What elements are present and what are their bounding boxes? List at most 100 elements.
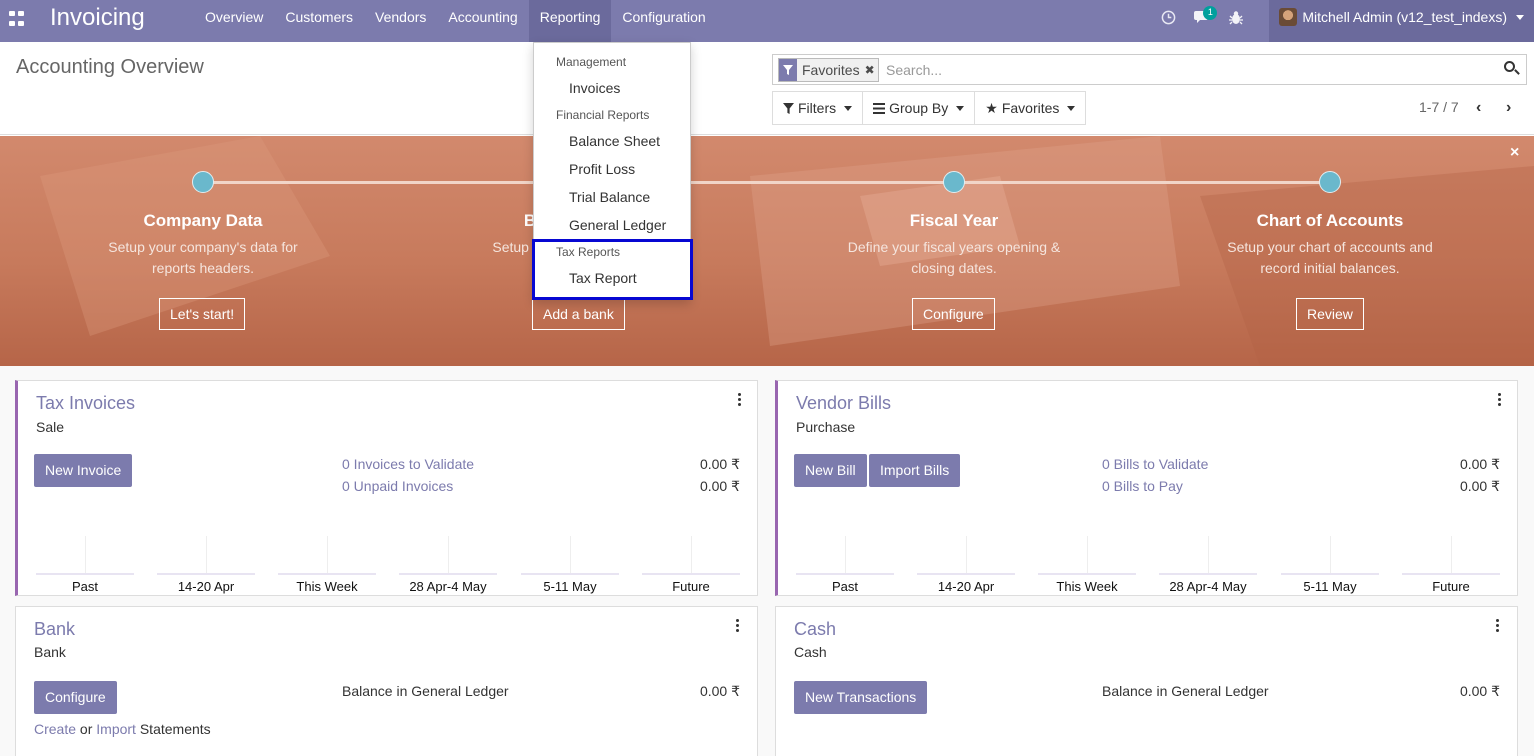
menu-accounting[interactable]: Accounting xyxy=(437,0,528,42)
statements-text: Statements xyxy=(139,721,211,737)
new-invoice-button[interactable]: New Invoice xyxy=(34,454,133,487)
amount-to-validate: 0.00 ₹ xyxy=(699,456,740,472)
step-desc-fiscal-1: Define your fiscal years opening & xyxy=(847,239,1061,255)
app-brand[interactable]: Invoicing xyxy=(50,4,145,32)
configure-fiscal-button[interactable]: Configure xyxy=(912,298,995,330)
search-facet: Favorites ✖ xyxy=(778,58,879,82)
new-transactions-button[interactable]: New Transactions xyxy=(794,681,928,714)
dropdown-item-profit-loss[interactable]: Profit Loss xyxy=(569,161,635,177)
bills-to-validate-link[interactable]: 0 Bills to Validate xyxy=(1102,456,1208,472)
chart-label: Future xyxy=(1432,579,1470,594)
balance-label: Balance in General Ledger xyxy=(1102,683,1269,699)
journal-title[interactable]: Cash xyxy=(794,619,836,640)
new-bill-button[interactable]: New Bill xyxy=(794,454,867,487)
kebab-menu-icon[interactable] xyxy=(738,393,742,407)
journal-type: Bank xyxy=(34,644,66,660)
step-dot-fiscal xyxy=(943,171,965,193)
journal-title[interactable]: Vendor Bills xyxy=(796,393,891,414)
journal-card-bank: Bank Bank Configure Balance in General L… xyxy=(15,606,758,756)
kebab-menu-icon[interactable] xyxy=(1498,393,1502,407)
search-input[interactable] xyxy=(886,59,1486,81)
kebab-menu-icon[interactable] xyxy=(1496,619,1500,633)
amount-unpaid: 0.00 ₹ xyxy=(699,478,740,494)
statements-row: Create or Import Statements xyxy=(34,721,211,737)
step-title-company: Company Data xyxy=(143,211,263,230)
chat-icon[interactable]: 1 xyxy=(1185,0,1219,34)
chevron-left-icon[interactable]: ‹ xyxy=(1476,99,1481,117)
filters-label: Filters xyxy=(798,100,837,116)
chart-label: This Week xyxy=(296,579,358,594)
filters-button[interactable]: Filters xyxy=(772,91,864,125)
chevron-down-icon xyxy=(1516,15,1524,20)
chart-bar-slot xyxy=(1038,531,1136,575)
control-panel: Accounting Overview Favorites ✖ Filters … xyxy=(0,42,1534,135)
import-bills-button[interactable]: Import Bills xyxy=(869,454,961,487)
menu-reporting[interactable]: Reporting xyxy=(528,0,612,42)
search-icon[interactable] xyxy=(1504,61,1520,77)
dropdown-header-financial-reports: Financial Reports xyxy=(556,108,650,122)
step-dot-company xyxy=(192,171,214,193)
dropdown-item-general-ledger[interactable]: General Ledger xyxy=(569,217,666,233)
filter-icon xyxy=(779,59,797,81)
invoice-chart: Past 14-20 Apr This Week 28 Apr-4 May 5-… xyxy=(36,531,742,594)
pager-value[interactable]: 1-7 / 7 xyxy=(1419,99,1459,115)
journal-title[interactable]: Tax Invoices xyxy=(36,393,135,414)
dropdown-item-balance-sheet[interactable]: Balance Sheet xyxy=(569,133,660,149)
menu-customers[interactable]: Customers xyxy=(274,0,364,42)
bills-to-pay-link[interactable]: 0 Bills to Pay xyxy=(1102,478,1183,494)
step-title-accounts: Chart of Accounts xyxy=(1256,211,1404,230)
create-statement-link[interactable]: Create xyxy=(34,721,76,737)
chevron-right-icon[interactable]: › xyxy=(1506,99,1511,117)
close-icon[interactable]: ✖ xyxy=(865,59,878,81)
list-icon xyxy=(873,102,886,114)
close-icon[interactable]: × xyxy=(1510,144,1519,162)
dropdown-item-trial-balance[interactable]: Trial Balance xyxy=(569,189,650,205)
messages-badge: 1 xyxy=(1203,6,1218,20)
chart-bar-slot xyxy=(521,531,619,575)
amount-to-pay: 0.00 ₹ xyxy=(1459,478,1500,494)
journal-title[interactable]: Bank xyxy=(34,619,75,640)
kebab-menu-icon[interactable] xyxy=(736,619,740,633)
chart-bar-slot xyxy=(917,531,1015,575)
dropdown-header-management: Management xyxy=(556,55,627,69)
menu-vendors[interactable]: Vendors xyxy=(364,0,437,42)
add-bank-button[interactable]: Add a bank xyxy=(532,298,625,330)
step-desc-accounts-1: Setup your chart of accounts and xyxy=(1227,239,1433,255)
chart-bar-slot xyxy=(157,531,255,575)
import-statement-link[interactable]: Import xyxy=(96,721,136,737)
chart-label: Past xyxy=(71,579,98,594)
chart-bar-slot xyxy=(1402,531,1500,575)
step-title-fiscal: Fiscal Year xyxy=(909,211,999,230)
system-tray: 1 Mitchell Admin (v12_test_indexs) xyxy=(1151,0,1534,42)
step-desc-company-2: reports headers. xyxy=(152,260,254,276)
group-by-button[interactable]: Group By xyxy=(862,91,976,125)
dropdown-item-invoices[interactable]: Invoices xyxy=(569,80,620,96)
journal-card-vendor-bills: Vendor Bills Purchase New Bill Import Bi… xyxy=(775,380,1518,596)
lets-start-button[interactable]: Let's start! xyxy=(159,298,246,330)
chevron-down-icon xyxy=(1067,105,1076,111)
clock-icon[interactable] xyxy=(1151,0,1185,34)
unpaid-invoices-link[interactable]: 0 Unpaid Invoices xyxy=(342,478,453,494)
search-box[interactable]: Favorites ✖ xyxy=(772,54,1527,85)
user-name: Mitchell Admin (v12_test_indexs) xyxy=(1302,9,1507,25)
configure-bank-button[interactable]: Configure xyxy=(34,681,117,714)
filter-icon xyxy=(783,102,794,114)
journal-card-cash: Cash Cash New Transactions Balance in Ge… xyxy=(775,606,1518,756)
chart-bar-slot xyxy=(796,531,894,575)
review-button[interactable]: Review xyxy=(1296,298,1364,330)
bills-chart: Past 14-20 Apr This Week 28 Apr-4 May 5-… xyxy=(796,531,1502,594)
journal-card-tax-invoices: Tax Invoices Sale New Invoice 0 Invoices… xyxy=(15,380,758,596)
menu-overview[interactable]: Overview xyxy=(194,0,274,42)
user-menu[interactable]: Mitchell Admin (v12_test_indexs) xyxy=(1269,0,1534,42)
menu-configuration[interactable]: Configuration xyxy=(611,0,716,42)
favorites-button[interactable]: ★ Favorites xyxy=(974,91,1087,125)
balance-label: Balance in General Ledger xyxy=(342,683,509,699)
invoices-to-validate-link[interactable]: 0 Invoices to Validate xyxy=(342,456,474,472)
apps-icon[interactable] xyxy=(9,11,25,27)
bug-icon[interactable] xyxy=(1219,0,1253,34)
chart-bar-slot xyxy=(1159,531,1257,575)
balance-amount: 0.00 ₹ xyxy=(1459,683,1500,699)
chart-label: 5-11 May xyxy=(1303,579,1357,594)
main-menu: Overview Customers Vendors Accounting Re… xyxy=(194,0,717,42)
onboarding-banner: × Company Data Setup your company's data… xyxy=(0,136,1534,366)
